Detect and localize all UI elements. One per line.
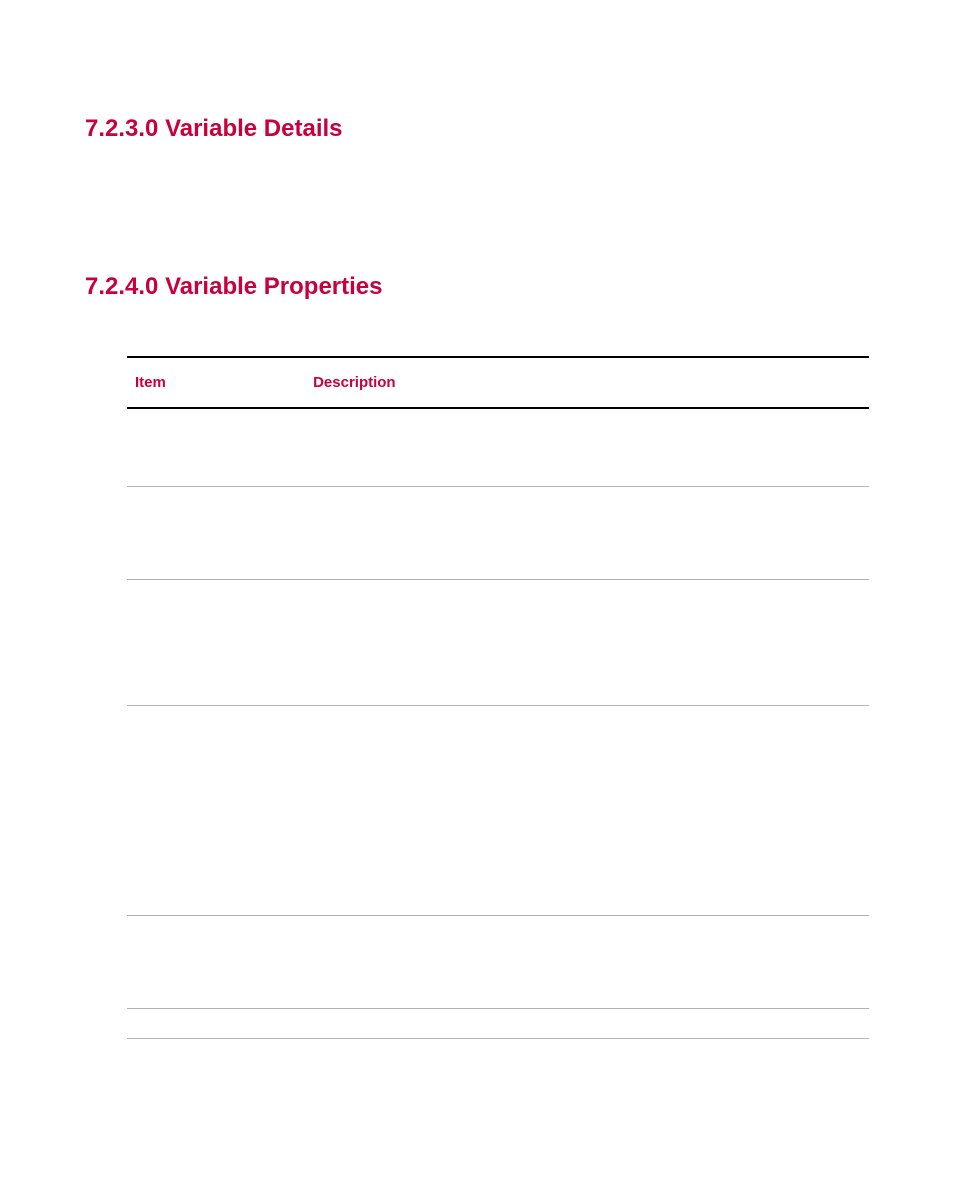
cell-item bbox=[127, 408, 305, 486]
cell-item bbox=[127, 579, 305, 705]
table-row bbox=[127, 579, 869, 705]
section-heading-variable-properties: 7.2.4.0 Variable Properties bbox=[85, 273, 869, 301]
cell-description bbox=[305, 408, 869, 486]
cell-description bbox=[305, 579, 869, 705]
section-heading-variable-details: 7.2.3.0 Variable Details bbox=[85, 115, 869, 143]
cell-description bbox=[305, 1008, 869, 1038]
cell-description bbox=[305, 486, 869, 579]
cell-description bbox=[305, 915, 869, 1008]
variable-properties-table-wrap: Item Description bbox=[127, 356, 869, 1039]
cell-description bbox=[305, 705, 869, 915]
document-page: 7.2.3.0 Variable Details 7.2.4.0 Variabl… bbox=[0, 0, 954, 1039]
table-header-row: Item Description bbox=[127, 357, 869, 408]
table-row bbox=[127, 915, 869, 1008]
table-row bbox=[127, 408, 869, 486]
table-row bbox=[127, 1008, 869, 1038]
variable-properties-table: Item Description bbox=[127, 356, 869, 1039]
table-row bbox=[127, 486, 869, 579]
cell-item bbox=[127, 1008, 305, 1038]
column-header-item: Item bbox=[127, 357, 305, 408]
cell-item bbox=[127, 486, 305, 579]
cell-item bbox=[127, 915, 305, 1008]
table-row bbox=[127, 705, 869, 915]
column-header-description: Description bbox=[305, 357, 869, 408]
cell-item bbox=[127, 705, 305, 915]
